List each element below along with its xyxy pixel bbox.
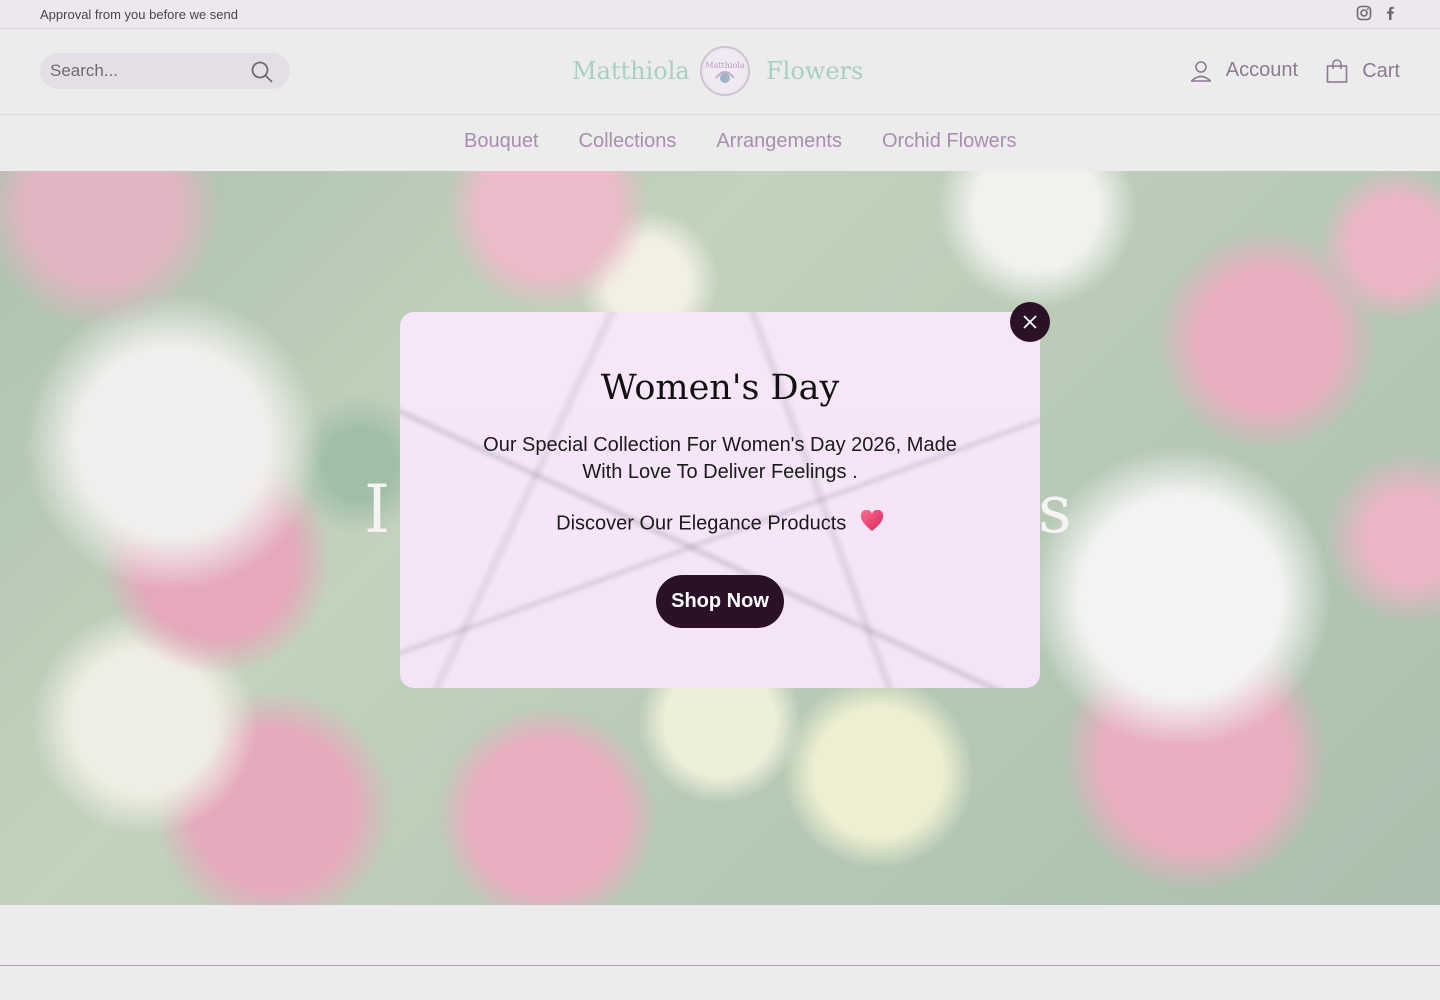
popup-discover-line: Discover Our Elegance Products [400, 509, 1040, 538]
shopping-bag-icon [1326, 59, 1348, 83]
instagram-icon[interactable] [1356, 5, 1372, 21]
popup-title: Women's Day [600, 368, 840, 408]
announcement-text: Approval from you before we send [40, 7, 238, 22]
logo-badge-icon: Matthiola [700, 46, 750, 96]
nav-item-bouquet[interactable]: Bouquet [464, 130, 539, 153]
search-box [40, 53, 290, 89]
cart-label: Cart [1362, 59, 1400, 82]
popup-discover-text: Discover Our Elegance Products [556, 512, 847, 535]
logo-word-flowers: Flowers [766, 57, 864, 85]
search-input[interactable] [50, 53, 240, 89]
hero-title-left: I [364, 471, 393, 548]
heart-icon [860, 509, 884, 538]
nav-item-arrangements[interactable]: Arrangements [716, 130, 842, 153]
announcement-bar: Approval from you before we send [0, 0, 1440, 29]
shop-now-button[interactable]: Shop Now [656, 575, 784, 628]
logo-word-matthiola: Matthiola [572, 57, 690, 85]
hero-title-right: s [1038, 471, 1072, 548]
cart-link[interactable]: Cart [1326, 59, 1400, 83]
account-label: Account [1225, 59, 1298, 81]
page-section [0, 905, 1440, 1000]
site-logo[interactable]: Matthiola Matthiola Flowers [572, 45, 864, 97]
site-header: Matthiola Matthiola Flowers Account Cart [0, 29, 1440, 115]
popup-description: Our Special Collection For Women's Day 2… [483, 434, 957, 483]
nav-item-collections[interactable]: Collections [579, 130, 677, 153]
main-navigation: Bouquet Collections Arrangements Orchid … [0, 115, 1440, 171]
social-links [1356, 5, 1398, 21]
close-icon [1023, 315, 1037, 329]
account-link[interactable]: Account [1190, 59, 1298, 82]
section-divider [0, 965, 1440, 966]
nav-item-orchid-flowers[interactable]: Orchid Flowers [882, 130, 1016, 153]
facebook-icon[interactable] [1382, 5, 1398, 21]
promo-popup: Women's Day Our Special Collection For W… [400, 312, 1040, 688]
logo-badge-text: Matthiola [705, 61, 744, 70]
search-icon[interactable] [250, 60, 274, 84]
popup-close-button[interactable] [1010, 302, 1050, 342]
user-icon [1190, 60, 1211, 82]
